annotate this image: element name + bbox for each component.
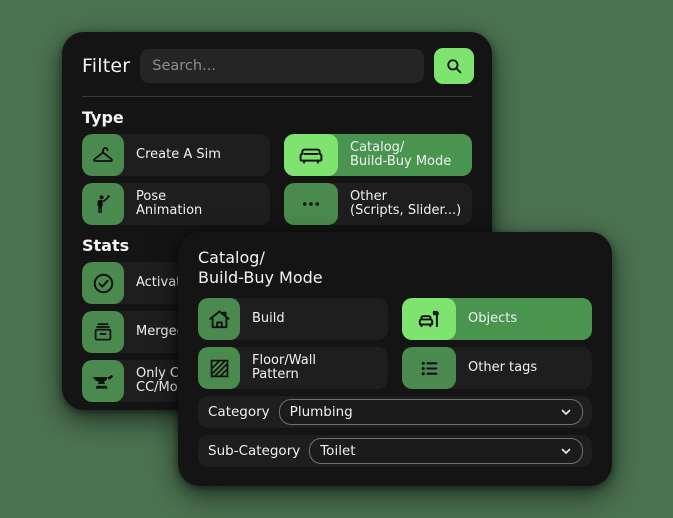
search-button[interactable] (434, 48, 474, 84)
archive-box-icon (82, 311, 124, 353)
check-circle-icon (82, 262, 124, 304)
chevron-down-icon (560, 445, 572, 457)
anvil-icon (82, 360, 124, 402)
type-options-grid: Create A Sim Catalog/ Build-Buy Mode Pos… (62, 134, 492, 225)
armchair-lamp-icon (402, 298, 456, 340)
option-other-tags[interactable]: Other tags (402, 347, 592, 389)
option-label: Other tags (468, 359, 538, 375)
sub-category-select[interactable]: Toilet (309, 438, 583, 464)
category-select[interactable]: Plumbing (278, 399, 583, 425)
chevron-down-icon (560, 406, 572, 418)
option-label: Create A Sim (136, 146, 221, 162)
option-other-scripts-slider[interactable]: Other (Scripts, Slider...) (284, 183, 472, 225)
option-label: Build (252, 310, 285, 326)
search-input[interactable] (140, 49, 424, 83)
section-label-type: Type (82, 108, 124, 127)
catalog-panel-title: Catalog/ Build-Buy Mode (198, 248, 323, 287)
option-label: Objects (468, 310, 518, 326)
clothes-hanger-icon (82, 134, 124, 176)
search-icon (445, 57, 463, 75)
option-label: Other (Scripts, Slider...) (350, 188, 462, 218)
option-objects[interactable]: Objects (402, 298, 592, 340)
option-label: Pose Animation (136, 188, 203, 218)
category-row: Category Plumbing (198, 396, 592, 428)
option-label: Catalog/ Build-Buy Mode (350, 139, 452, 169)
option-floor-wall-pattern[interactable]: Floor/Wall Pattern (198, 347, 388, 389)
category-label: Category (208, 404, 270, 420)
house-icon (198, 298, 240, 340)
page-title: Filter (82, 55, 131, 77)
option-build[interactable]: Build (198, 298, 388, 340)
sofa-icon (284, 134, 338, 176)
catalog-options-grid: Build Objects Floor/Wall Pattern Other t… (178, 298, 612, 389)
diagonal-pattern-icon (198, 347, 240, 389)
option-pose-animation[interactable]: Pose Animation (82, 183, 270, 225)
category-value: Plumbing (289, 404, 353, 420)
option-catalog-build-buy-mode[interactable]: Catalog/ Build-Buy Mode (284, 134, 472, 176)
filter-header: Filter (62, 32, 492, 84)
search-bar (140, 48, 474, 84)
option-create-a-sim[interactable]: Create A Sim (82, 134, 270, 176)
ellipsis-icon (284, 183, 338, 225)
person-posing-icon (82, 183, 124, 225)
sub-category-label: Sub-Category (208, 443, 301, 459)
option-label: Floor/Wall Pattern (252, 352, 316, 382)
sub-category-row: Sub-Category Toilet (198, 435, 592, 467)
bulleted-list-icon (402, 347, 456, 389)
catalog-build-buy-panel: Catalog/ Build-Buy Mode Build Objects Fl… (178, 232, 612, 486)
sub-category-value: Toilet (320, 443, 356, 459)
